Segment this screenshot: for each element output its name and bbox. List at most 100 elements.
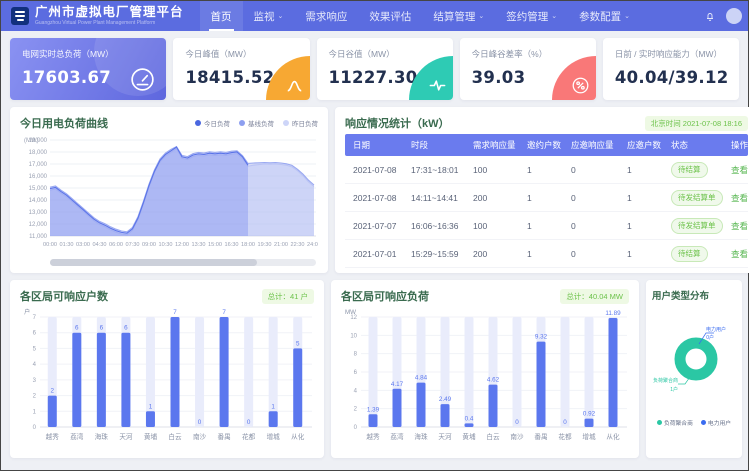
svg-text:0.4: 0.4	[465, 415, 474, 422]
svg-text:海珠: 海珠	[95, 432, 109, 441]
datazoom-thumb[interactable]	[50, 259, 257, 266]
datazoom-slider	[50, 259, 316, 266]
cell-date: 2021-07-07	[345, 221, 403, 231]
svg-text:海珠: 海珠	[414, 432, 428, 441]
load-curve-chart: 11,00012,00013,00014,00015,00016,00017,0…	[20, 134, 318, 257]
bell-icon[interactable]	[704, 10, 716, 22]
svg-text:MW: MW	[345, 309, 356, 316]
svg-text:越秀: 越秀	[46, 432, 60, 441]
view-link[interactable]: 查看	[731, 165, 748, 175]
donut-svg: 电力用户0户负荷聚合商1户	[652, 305, 736, 405]
district-load-total-badge: 总计：40.04 MW	[560, 289, 629, 304]
table-row: 2021-07-0814:11~14:41200101待发结算单查看	[345, 184, 748, 212]
nav-item-label: 效果评估	[369, 9, 411, 24]
response-stats-title: 响应情况统计（kW）	[345, 115, 450, 131]
legend-dot-icon	[283, 120, 289, 126]
svg-text:4.17: 4.17	[391, 381, 404, 388]
legend-label: 今日负荷	[204, 118, 230, 128]
svg-text:2: 2	[354, 407, 358, 413]
svg-text:04:30: 04:30	[93, 242, 107, 248]
svg-text:10: 10	[350, 333, 357, 339]
svg-text:越秀: 越秀	[366, 432, 380, 441]
legend-item[interactable]: 电力用户	[701, 418, 731, 427]
svg-text:22:30: 22:30	[291, 242, 305, 248]
dashboard: 电网实时总负荷（MW）17603.67今日峰值（MW）18415.52今日谷值（…	[1, 31, 748, 465]
svg-text:5: 5	[33, 346, 37, 352]
svg-text:荔湾: 荔湾	[70, 432, 84, 441]
load-curve-title: 今日用电负荷曲线	[20, 115, 108, 131]
svg-text:17,000: 17,000	[29, 162, 48, 168]
svg-text:13,000: 13,000	[29, 210, 48, 216]
legend-dot-icon	[239, 120, 245, 126]
legend-item[interactable]: 今日负荷	[195, 118, 230, 128]
legend-item[interactable]: 基线负荷	[239, 118, 274, 128]
chevron-down-icon: ⌄	[278, 12, 284, 20]
svg-text:6: 6	[75, 325, 79, 332]
svg-text:24:00: 24:00	[307, 242, 318, 248]
user-avatar[interactable]	[726, 8, 742, 24]
svg-text:6: 6	[124, 325, 128, 332]
svg-text:13:30: 13:30	[192, 242, 206, 248]
svg-text:11,000: 11,000	[29, 234, 48, 240]
kpi-card-today-valley: 今日谷值（MW）11227.30	[317, 38, 453, 100]
cell-responded-users: 1	[619, 193, 663, 203]
cell-responded-users: 1	[619, 165, 663, 175]
kpi-label: 日前 / 实时响应能力（MW）	[615, 48, 727, 60]
app-logo-icon	[11, 7, 29, 25]
legend-item[interactable]: 负荷聚合商	[657, 418, 693, 427]
nav-item-demand-response[interactable]: 需求响应	[294, 1, 358, 31]
view-link[interactable]: 查看	[731, 193, 748, 203]
nav-item-contract[interactable]: 签约管理⌄	[495, 1, 568, 31]
svg-text:0: 0	[33, 425, 37, 431]
nav-item-settlement[interactable]: 结算管理⌄	[422, 1, 495, 31]
percent-icon	[571, 76, 590, 95]
svg-text:0: 0	[247, 419, 251, 426]
user-type-panel: 用户类型分布 电力用户0户负荷聚合商1户 负荷聚合商电力用户	[646, 280, 742, 458]
svg-text:11.89: 11.89	[605, 310, 621, 317]
svg-text:12:00: 12:00	[175, 242, 189, 248]
peak-icon	[285, 76, 304, 95]
nav-item-params[interactable]: 参数配置⌄	[568, 1, 641, 31]
svg-text:南沙: 南沙	[510, 432, 524, 441]
district-households-chart: 01234567户2越秀6荔湾6海珠6天河1黄埔7白云0南沙7番禺0花都1增城5…	[20, 307, 314, 450]
chevron-down-icon: ⌄	[551, 12, 557, 20]
svg-text:番禺: 番禺	[217, 433, 230, 441]
load-curve-svg: 11,00012,00013,00014,00015,00016,00017,0…	[20, 134, 318, 252]
legend-label: 电力用户	[708, 418, 731, 427]
cell-invited: 1	[519, 193, 563, 203]
status-badge: 待发结算单	[671, 190, 723, 206]
svg-text:5: 5	[296, 340, 300, 347]
nav-item-monitor[interactable]: 监视⌄	[243, 1, 295, 31]
view-link[interactable]: 查看	[731, 249, 748, 259]
kpi-corner	[552, 56, 596, 100]
svg-text:南沙: 南沙	[193, 432, 207, 441]
svg-text:06:00: 06:00	[109, 242, 123, 248]
view-link[interactable]: 查看	[731, 221, 748, 231]
user-type-title: 用户类型分布	[652, 288, 709, 302]
district-households-total-badge: 总计：41 户	[262, 289, 314, 304]
district-load-chart: 024681012MW1.39越秀4.17荔湾4.84海珠2.49天河0.4黄埔…	[341, 307, 629, 450]
svg-text:7: 7	[222, 309, 226, 316]
cell-responded-amount: 0	[563, 249, 619, 259]
chevron-down-icon: ⌄	[624, 12, 630, 20]
response-table: 日期时段需求响应量邀约户数应邀响应量应邀户数状态操作2021-07-0817:3…	[345, 134, 748, 268]
svg-text:2: 2	[33, 394, 37, 400]
cell-status: 待结算	[663, 246, 723, 262]
svg-text:1户: 1户	[670, 386, 678, 393]
nav-item-label: 结算管理	[433, 9, 475, 24]
cell-date: 2021-07-08	[345, 165, 403, 175]
svg-text:负荷聚合商: 负荷聚合商	[653, 377, 678, 384]
svg-text:8: 8	[354, 352, 358, 358]
kpi-label: 今日谷值（MW）	[329, 48, 441, 60]
legend-dot-icon	[195, 120, 201, 126]
svg-text:0: 0	[198, 419, 202, 426]
cell-responded-amount: 0	[563, 193, 619, 203]
legend-item[interactable]: 昨日负荷	[283, 118, 318, 128]
nav-item-effect-evaluation[interactable]: 效果评估	[358, 1, 422, 31]
nav-item-home[interactable]: 首页	[200, 1, 243, 31]
svg-text:3: 3	[33, 378, 37, 384]
cell-status: 待发结算单	[663, 190, 723, 206]
legend-label: 昨日负荷	[292, 118, 318, 128]
svg-text:从化: 从化	[291, 432, 305, 441]
district-load-panel: 各区局可响应负荷 总计：40.04 MW 024681012MW1.39越秀4.…	[331, 280, 639, 458]
